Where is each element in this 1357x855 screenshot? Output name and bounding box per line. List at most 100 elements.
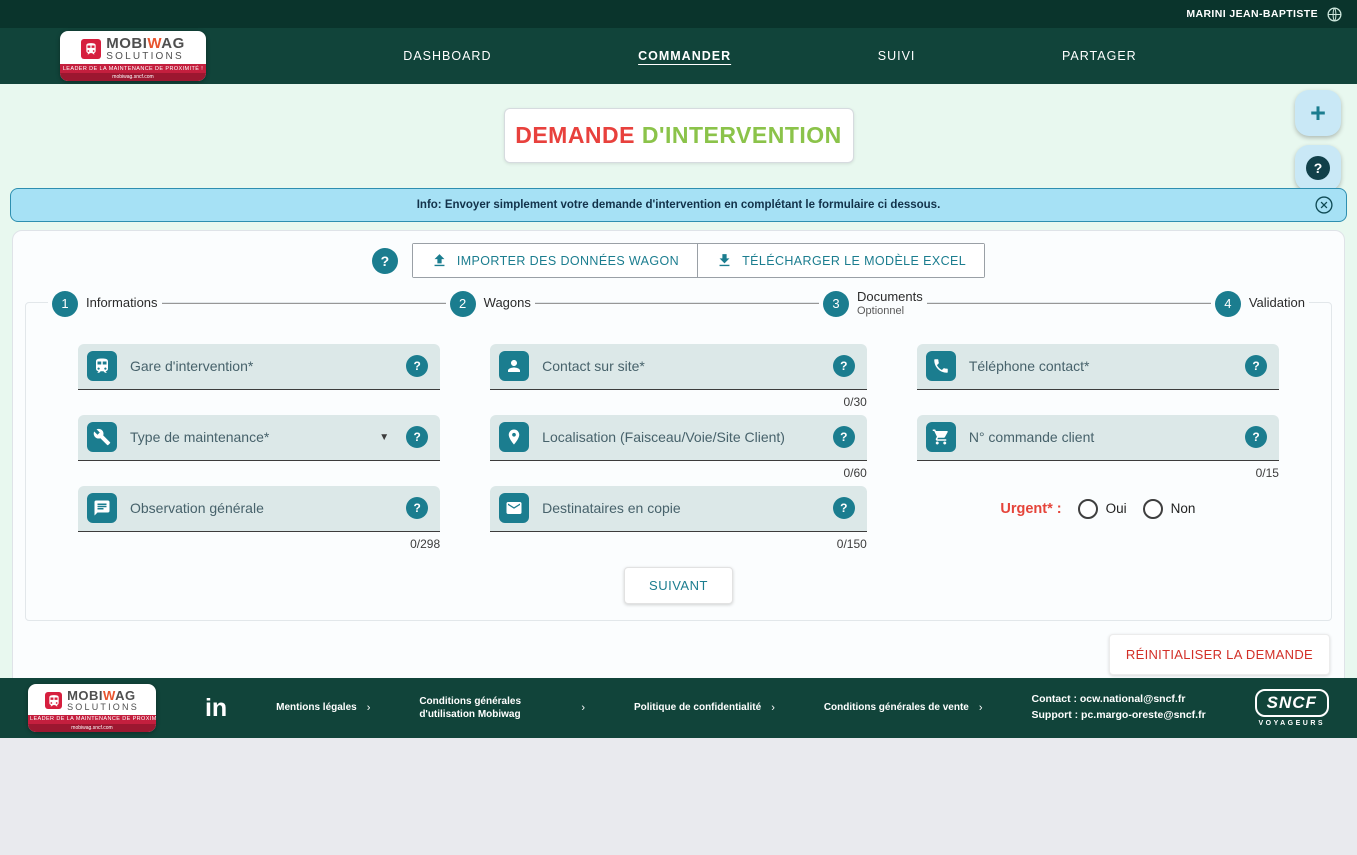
top-user-bar: MARINI JEAN-BAPTISTE bbox=[0, 0, 1357, 28]
field-label: Destinataires en copie bbox=[542, 500, 820, 516]
step-documents[interactable]: 3 Documents Optionnel bbox=[819, 290, 927, 318]
telephone-contact-input[interactable]: Téléphone contact* ? bbox=[917, 344, 1279, 390]
step-4-circle[interactable]: 4 bbox=[1215, 291, 1241, 317]
help-button[interactable]: ? bbox=[1295, 145, 1341, 191]
intervention-form-card: ? IMPORTER DES DONNÉES WAGON TÉLÉCHARGER… bbox=[12, 230, 1345, 678]
mail-icon bbox=[499, 493, 529, 523]
info-banner: Info: Envoyer simplement votre demande d… bbox=[10, 188, 1347, 222]
logo-brand: MOBIWAG bbox=[106, 36, 185, 52]
logo-brand: MOBIWAG bbox=[67, 689, 136, 703]
download-icon bbox=[716, 252, 733, 269]
close-icon[interactable] bbox=[1314, 195, 1334, 215]
info-banner-text: Info: Envoyer simplement votre demande d… bbox=[11, 199, 1346, 211]
numero-commande-client-input[interactable]: N° commande client ? bbox=[917, 415, 1279, 461]
char-counter bbox=[78, 466, 440, 481]
step-validation[interactable]: 4 Validation bbox=[1211, 291, 1309, 317]
page-title: DEMANDE D'INTERVENTION bbox=[504, 108, 854, 163]
phone-icon bbox=[926, 351, 956, 381]
next-button[interactable]: SUIVANT bbox=[624, 567, 733, 604]
field-contact-sur-site: Contact sur site* ? 0/30 bbox=[490, 344, 867, 410]
next-row: SUIVANT bbox=[78, 567, 1279, 604]
urgent-oui-option[interactable]: Oui bbox=[1078, 499, 1127, 519]
nav-item-commander[interactable]: COMMANDER bbox=[638, 49, 731, 63]
help-icon[interactable]: ? bbox=[406, 497, 428, 519]
chevron-down-icon[interactable]: ▼ bbox=[379, 432, 389, 443]
char-counter bbox=[917, 395, 1279, 410]
download-excel-template-label: TÉLÉCHARGER LE MODÈLE EXCEL bbox=[742, 254, 966, 268]
page-title-part1: DEMANDE bbox=[515, 122, 635, 148]
type-maintenance-select[interactable]: Type de maintenance* ▼ ? bbox=[78, 415, 440, 461]
help-icon[interactable]: ? bbox=[406, 355, 428, 377]
arrow-icon: › bbox=[367, 702, 371, 714]
localisation-input[interactable]: Localisation (Faisceau/Voie/Site Client)… bbox=[490, 415, 867, 461]
mobiwag-logo[interactable]: MOBIWAG SOLUTIONS LEADER DE LA MAINTENAN… bbox=[60, 31, 206, 81]
sncf-logo-box: SNCF bbox=[1255, 689, 1329, 717]
help-icon[interactable]: ? bbox=[833, 355, 855, 377]
observation-generale-input[interactable]: Observation générale ? bbox=[78, 486, 440, 532]
step-informations[interactable]: 1 Informations bbox=[48, 291, 162, 317]
radio-non[interactable] bbox=[1143, 499, 1163, 519]
main-navbar: MOBIWAG SOLUTIONS LEADER DE LA MAINTENAN… bbox=[0, 28, 1357, 84]
logo-tagline: LEADER DE LA MAINTENANCE DE PROXIMITÉ ! bbox=[28, 715, 156, 724]
field-label: Type de maintenance* bbox=[130, 429, 366, 445]
nav-item-partager[interactable]: PARTAGER bbox=[1062, 49, 1137, 63]
help-icon[interactable]: ? bbox=[1245, 355, 1267, 377]
footer-link-cgu-mobiwag[interactable]: Conditions générales d'utilisation Mobiw… bbox=[419, 695, 585, 722]
logo-solutions: SOLUTIONS bbox=[106, 52, 184, 63]
reset-request-button[interactable]: RÉINITIALISER LA DEMANDE bbox=[1109, 634, 1330, 675]
field-telephone-contact: Téléphone contact* ? bbox=[917, 344, 1279, 410]
destinataires-copie-input[interactable]: Destinataires en copie ? bbox=[490, 486, 867, 532]
step-3-circle[interactable]: 3 bbox=[823, 291, 849, 317]
comment-icon bbox=[87, 493, 117, 523]
sncf-voyageurs-logo: SNCF VOYAGEURS bbox=[1255, 689, 1329, 727]
floating-actions: + ? bbox=[1295, 90, 1341, 191]
logo-top: MOBIWAG SOLUTIONS bbox=[28, 684, 156, 714]
form-panel: 1 Informations 2 Wagons 3 Documents Opti… bbox=[25, 302, 1332, 621]
add-button[interactable]: + bbox=[1295, 90, 1341, 136]
linkedin-icon[interactable]: in bbox=[205, 696, 227, 721]
help-icon[interactable]: ? bbox=[833, 497, 855, 519]
char-counter: 0/15 bbox=[917, 466, 1279, 481]
field-gare-intervention: Gare d'intervention* ? bbox=[78, 344, 440, 410]
footer-mobiwag-logo: MOBIWAG SOLUTIONS LEADER DE LA MAINTENAN… bbox=[28, 684, 156, 731]
question-icon: ? bbox=[1306, 156, 1330, 180]
import-help-icon[interactable]: ? bbox=[372, 248, 398, 274]
step-3-sublabel: Optionnel bbox=[857, 305, 923, 318]
footer-link-politique-confidentialite[interactable]: Politique de confidentialité › bbox=[634, 701, 775, 715]
step-2-circle[interactable]: 2 bbox=[450, 291, 476, 317]
mobiwag-mark-icon bbox=[45, 692, 62, 709]
help-icon[interactable]: ? bbox=[1245, 426, 1267, 448]
footer-link-cgv[interactable]: Conditions générales de vente › bbox=[824, 701, 983, 715]
radio-oui[interactable] bbox=[1078, 499, 1098, 519]
page-title-part2: D'INTERVENTION bbox=[642, 122, 842, 148]
char-counter: 0/150 bbox=[490, 537, 867, 552]
user-name[interactable]: MARINI JEAN-BAPTISTE bbox=[1186, 8, 1318, 20]
urgent-non-option[interactable]: Non bbox=[1143, 499, 1196, 519]
contact-sur-site-input[interactable]: Contact sur site* ? bbox=[490, 344, 867, 390]
import-wagon-data-button[interactable]: IMPORTER DES DONNÉES WAGON bbox=[413, 244, 697, 277]
field-destinataires-copie: Destinataires en copie ? 0/150 bbox=[490, 486, 867, 552]
field-label: Localisation (Faisceau/Voie/Site Client) bbox=[542, 429, 820, 445]
gare-intervention-input[interactable]: Gare d'intervention* ? bbox=[78, 344, 440, 390]
help-icon[interactable]: ? bbox=[833, 426, 855, 448]
footer-link-mentions-legales[interactable]: Mentions légales › bbox=[276, 701, 370, 715]
logo-solutions: SOLUTIONS bbox=[67, 703, 139, 712]
help-icon[interactable]: ? bbox=[406, 426, 428, 448]
field-label: Contact sur site* bbox=[542, 358, 820, 374]
step-wagons[interactable]: 2 Wagons bbox=[446, 291, 535, 317]
step-1-circle[interactable]: 1 bbox=[52, 291, 78, 317]
person-icon bbox=[499, 351, 529, 381]
globe-icon[interactable] bbox=[1326, 6, 1343, 23]
logo-tagline: LEADER DE LA MAINTENANCE DE PROXIMITÉ ! bbox=[60, 64, 206, 73]
logo-site: mobiwag.sncf.com bbox=[60, 73, 206, 81]
upload-icon bbox=[431, 252, 448, 269]
download-excel-template-button[interactable]: TÉLÉCHARGER LE MODÈLE EXCEL bbox=[697, 244, 984, 277]
char-counter: 0/60 bbox=[490, 466, 867, 481]
footer: MOBIWAG SOLUTIONS LEADER DE LA MAINTENAN… bbox=[0, 678, 1357, 738]
nav-item-dashboard[interactable]: DASHBOARD bbox=[403, 49, 491, 63]
stepper: 1 Informations 2 Wagons 3 Documents Opti… bbox=[48, 290, 1309, 318]
cart-icon bbox=[926, 422, 956, 452]
nav-item-suivi[interactable]: SUIVI bbox=[878, 49, 916, 63]
radio-non-label: Non bbox=[1171, 501, 1196, 516]
logo-site: mobiwag.sncf.com bbox=[28, 724, 156, 732]
